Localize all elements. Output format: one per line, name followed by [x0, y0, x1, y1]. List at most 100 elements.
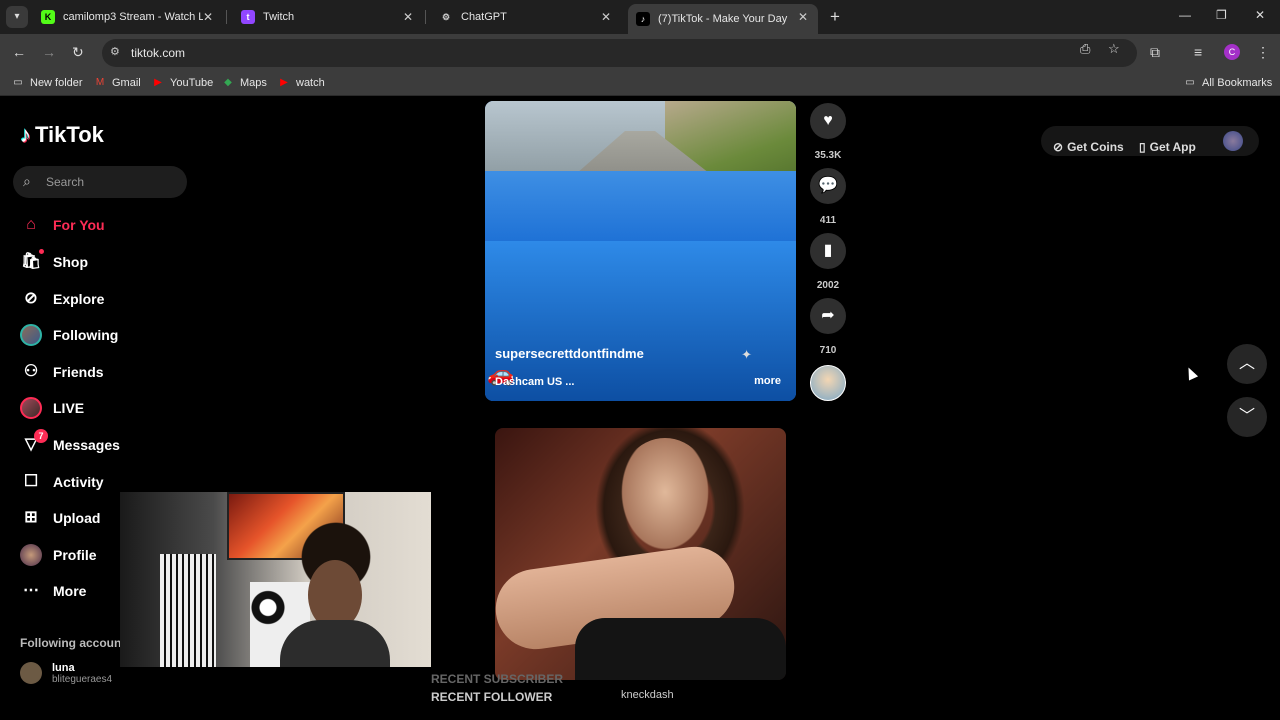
minimize-button[interactable]: — — [1179, 8, 1191, 22]
tab-label: Twitch — [263, 11, 295, 23]
close-tab-icon[interactable]: ✕ — [601, 10, 611, 24]
creator-avatar[interactable] — [810, 365, 846, 401]
video-frame — [485, 171, 796, 241]
nav-activity[interactable]: ☐ Activity — [20, 470, 104, 494]
share-button[interactable]: ➦ — [810, 298, 846, 334]
tiktok-logo-icon: ♪ — [20, 122, 31, 147]
video-author[interactable]: supersecrettdontfindme — [495, 346, 644, 361]
bookmark-gmail[interactable]: M Gmail — [94, 77, 141, 89]
nav-for-you[interactable]: ⌂ For You — [20, 213, 104, 237]
nav-live[interactable]: LIVE — [20, 396, 84, 420]
bookmark-watch[interactable]: ▶ watch — [278, 77, 325, 89]
install-app-icon[interactable]: ⎙ — [1080, 41, 1090, 57]
nav-label: More — [53, 583, 87, 599]
forward-button[interactable]: → — [42, 44, 56, 60]
twitch-icon: t — [241, 10, 255, 24]
tiktok-logo[interactable]: ♪ TikTok — [20, 122, 104, 148]
messages-badge: 7 — [34, 429, 48, 443]
profile-avatar — [20, 544, 42, 566]
nav-upload[interactable]: ⊞ Upload — [20, 506, 100, 530]
get-app-button[interactable]: ▯ Get App — [1139, 140, 1196, 154]
webcam-scene — [160, 554, 216, 667]
maps-icon: ◆ — [224, 77, 232, 88]
bookmark-button[interactable]: ▮ — [810, 233, 846, 269]
nav-shop[interactable]: 🛍 Shop — [20, 249, 88, 274]
search-icon: ⌕ — [23, 173, 31, 189]
video-frame — [615, 438, 715, 558]
nav-more[interactable]: ⋯ More — [20, 579, 86, 603]
reload-button[interactable]: ↻ — [72, 44, 84, 61]
media-controls-icon[interactable]: ≡ — [1194, 44, 1202, 60]
folder-icon: ▭ — [13, 77, 23, 88]
bookmark-youtube[interactable]: ▶ YouTube — [152, 77, 213, 89]
nav-profile[interactable]: Profile — [20, 543, 97, 567]
nav-friends[interactable]: ⚇ Friends — [20, 360, 104, 384]
share-icon: ➦ — [821, 307, 835, 324]
video-player[interactable]: 🚗 ✦ supersecrettdontfindme Dashcam US ..… — [485, 101, 796, 401]
following-accounts-heading: Following account — [20, 636, 126, 650]
search-input[interactable]: ⌕ Search — [13, 166, 187, 198]
nav-label: Activity — [53, 474, 104, 490]
like-button[interactable]: ♥ — [810, 103, 846, 139]
nav-label: LIVE — [53, 400, 85, 416]
chevron-up-icon: ︿ — [1238, 355, 1255, 372]
kick-icon: K — [41, 10, 55, 24]
tab-label: camilomp3 Stream - Watch Live — [63, 11, 203, 23]
messages-icon: ▽ 7 — [20, 429, 48, 456]
tiktok-page: ♪ TikTok ⌕ Search ⌂ For You 🛍 Shop ⊘ Exp… — [0, 97, 1280, 720]
account-handle: blitegueraes4 — [52, 674, 113, 685]
webcam-scene — [280, 620, 390, 667]
more-button[interactable]: more — [754, 375, 781, 387]
next-video-button[interactable]: ﹀ — [1227, 397, 1267, 437]
browser-menu-icon[interactable]: ⋮ — [1256, 44, 1270, 61]
nav-following[interactable]: Following — [20, 323, 118, 347]
comment-button[interactable]: 💬 — [810, 168, 846, 204]
next-video-player[interactable] — [495, 428, 786, 680]
new-tab-button[interactable]: + — [830, 7, 840, 27]
all-bookmarks[interactable]: ▭ All Bookmarks — [1184, 77, 1272, 89]
nav-explore[interactable]: ⊘ Explore — [20, 287, 104, 311]
close-tab-icon[interactable]: ✕ — [403, 10, 413, 24]
like-count: 35.3K — [814, 150, 842, 161]
tab-twitch[interactable]: t Twitch ✕ — [233, 4, 423, 30]
get-coins-button[interactable]: ⊘ Get Coins — [1053, 140, 1124, 154]
nav-label: Shop — [53, 254, 88, 270]
nav-label: Following — [53, 327, 119, 343]
profile-avatar[interactable]: C — [1224, 44, 1240, 60]
address-bar[interactable]: ⚙ tiktok.com — [102, 39, 1137, 67]
tab-label: ChatGPT — [461, 11, 507, 23]
bookmark-star-icon[interactable]: ☆ — [1108, 41, 1120, 57]
bookmark-maps[interactable]: ◆ Maps — [222, 77, 267, 89]
following-account-item[interactable]: luna blitegueraes4 — [20, 662, 112, 685]
tab-chatgpt[interactable]: ⚙ ChatGPT ✕ — [431, 4, 621, 30]
friends-icon: ⚇ — [23, 363, 39, 380]
live-avatar — [20, 397, 42, 419]
compass-icon: ⊘ — [24, 290, 38, 307]
youtube-icon: ▶ — [154, 77, 162, 88]
user-avatar[interactable] — [1223, 131, 1243, 151]
close-window-button[interactable]: ✕ — [1255, 8, 1265, 22]
tab-search-button[interactable]: ▾ — [6, 6, 28, 28]
close-tab-icon[interactable]: ✕ — [203, 10, 213, 24]
button-label: Get Coins — [1067, 140, 1124, 154]
phone-icon: ▯ — [1139, 140, 1146, 154]
extensions-icon[interactable]: ⧉ — [1150, 44, 1160, 61]
bookmark-new-folder[interactable]: ▭ New folder — [12, 77, 83, 89]
close-tab-icon[interactable]: ✕ — [798, 10, 808, 24]
nav-label: Upload — [53, 510, 101, 526]
bookmark-label: New folder — [30, 77, 83, 89]
streamer — [280, 522, 390, 667]
nav-label: Profile — [53, 547, 97, 563]
site-info-icon[interactable]: ⚙ — [110, 45, 120, 58]
account-avatar — [20, 662, 42, 684]
chatgpt-icon: ⚙ — [441, 12, 451, 22]
tab-divider — [226, 10, 227, 24]
tab-kick[interactable]: K camilomp3 Stream - Watch Live ✕ — [33, 4, 223, 30]
nav-messages[interactable]: ▽ 7 Messages — [20, 429, 120, 457]
back-button[interactable]: ← — [12, 44, 26, 60]
tab-tiktok[interactable]: ♪ (7)TikTok - Make Your Day ✕ — [628, 4, 818, 34]
previous-video-button[interactable]: ︿ — [1227, 344, 1267, 384]
button-label: Get App — [1149, 140, 1196, 154]
streamer-webcam — [120, 492, 431, 667]
restore-button[interactable]: ❐ — [1216, 8, 1227, 22]
